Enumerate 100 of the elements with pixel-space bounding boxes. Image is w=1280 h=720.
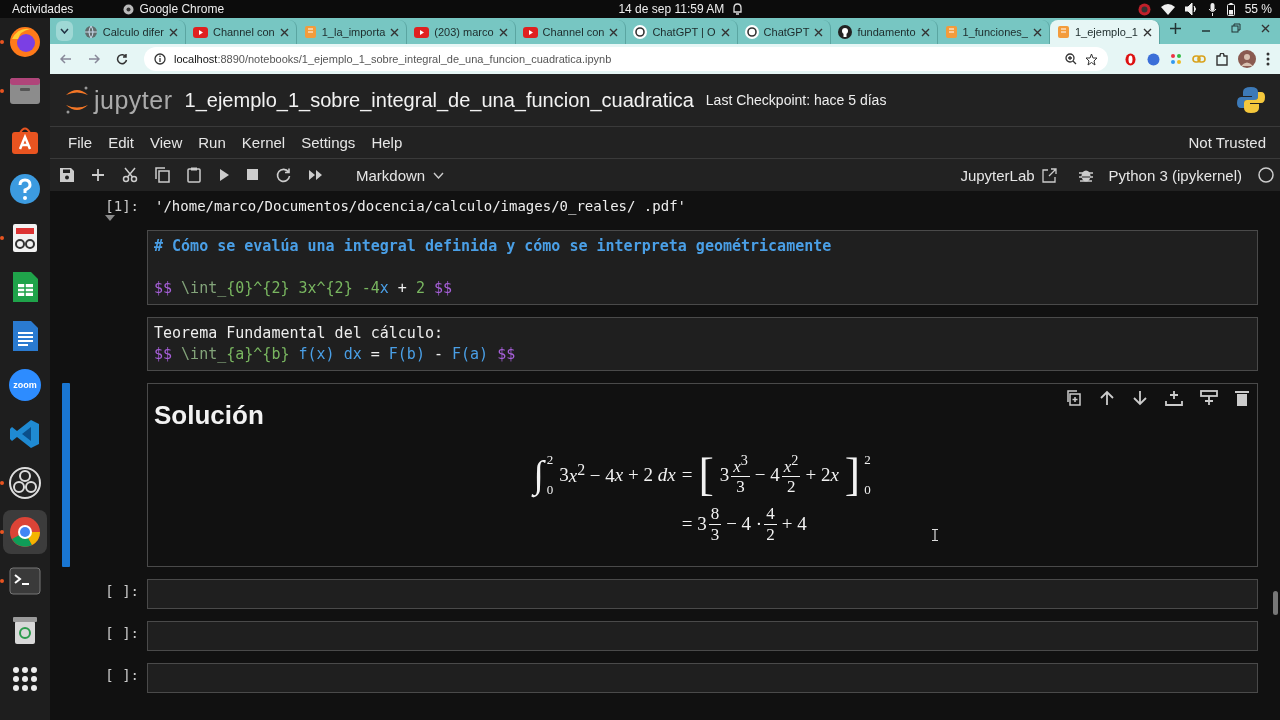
new-tab-icon[interactable] (1170, 22, 1181, 34)
close-icon[interactable] (390, 27, 400, 37)
battery-level[interactable]: 55 % (1244, 2, 1272, 16)
paste-icon[interactable] (187, 167, 201, 183)
notebook-title[interactable]: 1_ejemplo_1_sobre_integral_de_una_funcion_cuadratica (184, 88, 694, 112)
trash-icon[interactable] (12, 615, 38, 645)
add-cell-icon[interactable] (91, 168, 105, 182)
markdown-editor[interactable]: Teorema Fundamental del cálculo: $$ \int_{a}^{b} f(x) dx = F(b) - F(a) $$ (147, 317, 1258, 371)
microphone-icon[interactable] (1207, 2, 1217, 16)
wifi-icon[interactable] (1160, 3, 1175, 15)
restart-icon[interactable] (276, 167, 291, 183)
close-icon[interactable] (1033, 27, 1042, 37)
close-icon[interactable] (720, 27, 730, 37)
document-viewer-icon[interactable] (10, 222, 40, 254)
close-icon[interactable] (609, 27, 619, 37)
output-text: '/home/marco/Documentos/docencia/calculo/images/0_reales/ .pdf' (154, 197, 687, 217)
browser-tab[interactable]: 1_ejemplo_1 (1050, 20, 1160, 44)
markdown-editor[interactable]: # Cómo se evalúa una integral definida y cómo se interpreta geométricamente $$ \int_{0}^{2} 3x^{2} -4x + 2 $$ (147, 230, 1258, 305)
spreadsheet-icon[interactable] (10, 270, 40, 304)
math-expression: x (830, 463, 839, 486)
close-icon[interactable] (279, 27, 289, 37)
copy-icon[interactable] (155, 167, 170, 183)
code-input-field[interactable] (147, 621, 1258, 651)
tab-search-button[interactable] (56, 21, 73, 41)
extension-icon[interactable] (1170, 53, 1182, 65)
text-document-icon[interactable] (10, 319, 40, 353)
restore-icon[interactable] (1231, 23, 1241, 33)
close-icon[interactable] (168, 27, 178, 37)
zoom-in-icon[interactable] (1065, 53, 1077, 65)
forward-icon[interactable] (88, 53, 100, 65)
cell-type-dropdown[interactable]: Markdown (350, 165, 451, 185)
trust-status[interactable]: Not Trusted (1180, 130, 1274, 155)
help-icon[interactable] (8, 172, 42, 206)
insert-below-icon[interactable] (1165, 390, 1183, 406)
kernel-name[interactable]: Python 3 (ipykernel) (1108, 166, 1242, 184)
menu-item[interactable]: View (142, 130, 191, 155)
activities-label[interactable]: Actividades (12, 2, 74, 16)
close-icon[interactable] (920, 27, 930, 37)
jupyter-logo-text[interactable]: jupyter (94, 85, 173, 115)
battery-icon[interactable] (1226, 2, 1235, 16)
bracket: ] (843, 448, 862, 502)
menu-item[interactable]: Kernel (233, 130, 294, 155)
execution-prompt: [ ]: (105, 666, 139, 683)
chrome-icon[interactable] (8, 515, 42, 549)
menu-item[interactable]: Help (363, 130, 411, 155)
upper-limit: 2 (864, 451, 871, 468)
clock[interactable]: 14 de sep 11:59 AM (618, 2, 725, 16)
delete-icon[interactable] (1235, 390, 1249, 406)
menu-item[interactable]: Settings (293, 130, 364, 155)
site-info-icon[interactable] (154, 53, 166, 65)
jupyterlab-link[interactable]: JupyterLab (954, 165, 1063, 185)
app-name[interactable]: Google Chrome (139, 2, 225, 16)
close-icon[interactable] (814, 27, 824, 37)
bug-icon[interactable] (1078, 168, 1093, 182)
jupyter-logo-icon[interactable] (64, 85, 90, 115)
save-icon[interactable] (60, 168, 74, 182)
profile-avatar[interactable] (1238, 50, 1256, 68)
fraction: x$^{3}$ 3 (731, 452, 750, 497)
fast-forward-icon[interactable] (308, 169, 323, 181)
code-input-field[interactable] (147, 663, 1258, 693)
folder-icon[interactable] (8, 76, 42, 106)
move-up-icon[interactable] (1099, 390, 1115, 406)
extension-icon[interactable] (1147, 52, 1160, 66)
run-icon[interactable] (218, 168, 230, 182)
stop-icon[interactable] (247, 169, 259, 181)
close-icon[interactable] (1261, 23, 1270, 33)
fraction: 8 3 (708, 504, 722, 545)
more-menu-icon[interactable] (1266, 52, 1270, 66)
execution-prompt: [ ]: (105, 624, 139, 641)
puzzle-icon[interactable] (1216, 52, 1228, 66)
volume-icon[interactable] (1184, 3, 1198, 15)
cat-logo-icon (838, 25, 853, 39)
menu-item[interactable]: Run (190, 130, 234, 155)
math-expression: = 3 (681, 513, 707, 536)
bracket: [ (697, 448, 715, 502)
firefox-icon[interactable] (8, 25, 42, 59)
scrollbar-thumb[interactable] (1273, 591, 1278, 615)
apps-grid-icon[interactable] (12, 666, 38, 692)
move-down-icon[interactable] (1132, 390, 1148, 406)
code-input-field[interactable] (147, 579, 1258, 609)
address-bar[interactable]: localhost:8890/notebooks/1_ejemplo_1_sobre_integral_de_una_funcion_cuadratica.ipynb (144, 47, 1108, 71)
knot-logo-icon (633, 25, 648, 39)
close-icon[interactable] (498, 27, 508, 37)
menu-item[interactable]: Edit (100, 130, 143, 155)
reload-icon[interactable] (116, 53, 128, 65)
math-expression: x + 2 dx (614, 463, 676, 486)
record-icon[interactable] (8, 466, 42, 500)
cut-icon[interactable] (122, 167, 138, 183)
close-icon[interactable] (1143, 27, 1152, 37)
terminal-icon[interactable] (9, 567, 41, 595)
code-editor-icon[interactable] (9, 418, 41, 450)
extension-icon[interactable] (1124, 52, 1137, 66)
back-icon[interactable] (60, 53, 72, 65)
notebook-icon (303, 25, 317, 39)
star-icon[interactable] (1085, 52, 1098, 66)
insert-above-icon[interactable] (1200, 390, 1218, 406)
duplicate-icon[interactable] (1066, 390, 1082, 406)
menu-item[interactable]: File (60, 130, 101, 155)
collapse-caret-icon[interactable] (105, 215, 115, 221)
fraction: x$^{2}$ 2 (781, 452, 801, 497)
